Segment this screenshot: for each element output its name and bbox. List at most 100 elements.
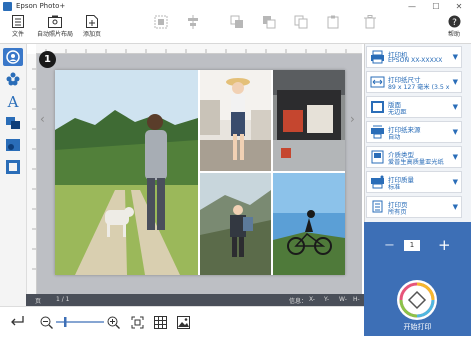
tool-sidebar: A xyxy=(0,44,27,306)
background-icon xyxy=(6,139,20,151)
increase-copies-button[interactable]: + xyxy=(438,236,451,254)
next-page-arrow[interactable]: › xyxy=(350,112,355,126)
chevron-down-icon: ▼ xyxy=(452,78,458,86)
bring-front-button[interactable] xyxy=(222,15,252,42)
x-position: X- xyxy=(309,296,315,303)
flower-icon xyxy=(6,72,20,86)
paper-source-value: 自动 xyxy=(388,134,401,141)
paste-button[interactable] xyxy=(318,15,348,42)
print-button-label: 开始打印 xyxy=(403,323,432,331)
arrange-icon xyxy=(154,15,168,29)
media-type-value: 爱普生高质量亚光纸 xyxy=(388,159,444,166)
trash-icon xyxy=(364,15,376,29)
chevron-down-icon: ▼ xyxy=(452,178,458,186)
paper-size-setting[interactable]: 打印纸尺寸 89 x 127 毫米 (3.5 x 5... ▼ xyxy=(366,71,462,93)
chevron-down-icon: ▼ xyxy=(452,103,458,111)
zoom-slider-thumb[interactable] xyxy=(64,317,67,327)
photo-girl[interactable] xyxy=(200,70,271,171)
align-icon xyxy=(188,15,198,29)
page-indicator: 1 / 1 xyxy=(56,296,70,303)
svg-text:?: ? xyxy=(452,18,457,28)
print-quality-setting[interactable]: 打印质量 标准 ▼ xyxy=(366,171,462,193)
fit-page-icon[interactable] xyxy=(131,316,144,329)
add-page-button[interactable]: 添加页 xyxy=(77,15,107,42)
person-icon xyxy=(6,50,20,64)
help-label: 帮助 xyxy=(447,31,460,38)
media-type-icon xyxy=(371,150,384,164)
printer-value: EPSON XX-XXXXX xyxy=(388,57,443,64)
print-start-icon xyxy=(399,282,435,318)
vertical-ruler xyxy=(27,54,37,294)
paper-source-icon xyxy=(371,125,384,139)
zoom-out-icon[interactable] xyxy=(40,316,53,329)
callout-number: 1 xyxy=(39,51,56,68)
svg-text:A: A xyxy=(7,93,19,110)
copy-button[interactable] xyxy=(286,15,316,42)
file-button[interactable]: 文件 xyxy=(3,15,33,42)
file-label: 文件 xyxy=(11,31,24,38)
media-type-setting[interactable]: 介质类型 爱普生高质量亚光纸 ▼ xyxy=(366,146,462,168)
paper-size-value: 89 x 127 毫米 (3.5 x 5... xyxy=(388,84,450,91)
chevron-down-icon: ▼ xyxy=(452,128,458,136)
print-pages-value: 所有页 xyxy=(388,209,407,216)
image-icon[interactable] xyxy=(177,316,190,329)
width-value: W- xyxy=(339,296,347,303)
print-pages-icon xyxy=(372,200,383,213)
info-label: 信息： xyxy=(289,298,308,305)
photo-hiker[interactable] xyxy=(200,173,271,275)
add-page-label: 添加页 xyxy=(82,31,101,38)
help-icon: ? xyxy=(448,15,460,28)
align-button[interactable] xyxy=(178,15,208,42)
add-page-icon xyxy=(86,15,98,28)
text-a-icon: A xyxy=(7,93,19,111)
arrange-button[interactable] xyxy=(146,15,176,42)
auto-layout-label: 自动照片布局 xyxy=(36,31,73,38)
previous-page-arrow[interactable]: ‹ xyxy=(40,112,45,126)
copy-icon xyxy=(294,15,308,29)
minimize-button[interactable]: — xyxy=(400,0,424,13)
text-tool-button[interactable]: A xyxy=(3,92,23,111)
horizontal-ruler xyxy=(36,44,362,54)
print-button[interactable] xyxy=(397,280,437,320)
photo-car-trunk[interactable] xyxy=(273,70,345,171)
print-pages-setting[interactable]: 打印页 所有页 ▼ xyxy=(366,196,462,218)
app-logo-icon xyxy=(3,2,12,11)
stamp-tool-button[interactable] xyxy=(3,70,23,88)
printer-icon xyxy=(371,50,384,64)
delete-button[interactable] xyxy=(355,15,385,42)
print-page[interactable] xyxy=(55,70,345,275)
photo-collage xyxy=(55,70,345,275)
grid-icon[interactable] xyxy=(154,316,167,329)
close-button[interactable]: ✕ xyxy=(447,0,471,13)
shape-tool-button[interactable] xyxy=(3,114,23,132)
paste-icon xyxy=(327,15,339,29)
title-bar: Epson Photo+ — ☐ ✕ xyxy=(0,0,471,14)
copies-input[interactable]: 1 xyxy=(404,240,420,251)
photo-cyclist[interactable] xyxy=(273,173,345,275)
zoom-in-icon[interactable] xyxy=(107,316,120,329)
send-back-icon xyxy=(263,16,276,29)
maximize-button[interactable]: ☐ xyxy=(424,0,448,13)
chevron-down-icon: ▼ xyxy=(452,203,458,211)
auto-layout-button[interactable]: 自动照片布局 xyxy=(35,15,75,42)
decrease-copies-button[interactable]: − xyxy=(384,238,395,253)
layout-value: 无边距 xyxy=(388,109,407,116)
help-button[interactable]: ? 帮助 xyxy=(439,15,469,42)
layout-setting[interactable]: 版面 无边距 ▼ xyxy=(366,96,462,118)
layout-icon xyxy=(371,101,384,113)
photo-man-with-dog[interactable] xyxy=(55,70,198,275)
image-tool-button[interactable] xyxy=(3,48,23,66)
print-quality-value: 标准 xyxy=(388,184,401,191)
frame-icon xyxy=(6,160,20,174)
background-tool-button[interactable] xyxy=(3,136,23,154)
print-action-panel: − 1 + 开始打印 xyxy=(364,222,471,336)
printer-setting[interactable]: 打印机 EPSON XX-XXXXX ▼ xyxy=(366,46,462,68)
bring-front-icon xyxy=(230,15,243,28)
back-icon[interactable] xyxy=(9,314,25,328)
page-label: 页 xyxy=(35,298,42,305)
frame-tool-button[interactable] xyxy=(3,158,23,176)
send-back-button[interactable] xyxy=(254,15,284,42)
paper-source-setting[interactable]: 打印纸来源 自动 ▼ xyxy=(366,121,462,143)
zoom-slider[interactable] xyxy=(56,317,104,327)
height-value: H- xyxy=(353,296,360,303)
